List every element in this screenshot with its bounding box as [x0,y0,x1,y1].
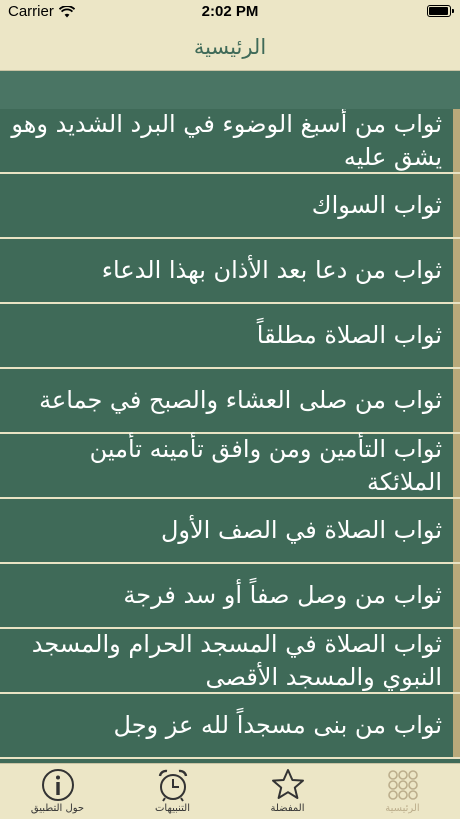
row-accent [453,174,460,237]
tab-favorites[interactable]: المفضلة [230,764,345,819]
battery-icon [427,5,454,17]
list-item-label: ثواب من دعا بعد الأذان بهذا الدعاء [101,256,442,284]
grid-dots-icon [387,770,418,800]
list-item[interactable]: ثواب التأمين ومن وافق تأمينه تأمين الملا… [0,434,460,499]
list-item-label: ثواب السواك [311,191,442,219]
list-item[interactable]: ثواب من وصل صفاً أو سد فرجة [0,564,460,629]
list-item[interactable]: ثواب الصلاة مطلقاً [0,304,460,369]
list-item[interactable]: ثواب من أسبغ الوضوء في البرد الشديد وهو … [0,109,460,174]
list-item[interactable]: ثواب من دعا بعد الأذان بهذا الدعاء [0,239,460,304]
row-accent [453,434,460,497]
list-item[interactable]: ثواب السواك [0,174,460,239]
status-bar: Carrier 2:02 PM [0,0,460,24]
list-item[interactable]: ثواب من بنى مسجداً لله عز وجل [0,694,460,759]
topics-list[interactable]: ثواب من أسبغ الوضوء في البرد الشديد وهو … [0,109,460,763]
battery-level [429,7,448,15]
row-accent [453,499,460,562]
status-time: 2:02 PM [201,3,259,20]
list-item[interactable]: ثواب من صلى العشاء والصبح في جماعة [0,369,460,434]
list-item[interactable]: ثواب الصلاة في المسجد الحرام والمسجد الن… [0,629,460,694]
list-header-spacer [0,71,460,109]
row-accent [453,109,460,172]
row-accent [453,629,460,692]
list-item-label: ثواب من صلى العشاء والصبح في جماعة [39,386,442,414]
row-accent [453,564,460,627]
row-accent [453,694,460,757]
list-item-label: ثواب الصلاة في المسجد الحرام والمسجد الن… [31,629,442,691]
row-accent [453,239,460,302]
star-icon [271,769,304,799]
list-item-label: ثواب من أسبغ الوضوء في البرد الشديد وهو … [11,109,442,171]
tab-label: الرئيسية [385,803,420,814]
list-item-label: ثواب من بنى مسجداً لله عز وجل [113,711,442,739]
tab-bar: حول التطبيق التنبيهات المفضلة الرئيسية [0,763,460,819]
alarm-clock-icon [158,769,187,802]
tab-alerts[interactable]: التنبيهات [115,764,230,819]
list-item-label: ثواب التأمين ومن وافق تأمينه تأمين الملا… [89,434,442,496]
list-item-label: ثواب الصلاة في الصف الأول [160,516,442,544]
info-icon [41,769,74,801]
tab-label: التنبيهات [155,803,190,814]
tab-label: حول التطبيق [30,803,85,814]
row-accent [453,369,460,432]
list-item-label: ثواب من وصل صفاً أو سد فرجة [123,581,442,609]
navigation-bar: الرئيسية [0,24,460,71]
page-title: الرئيسية [193,35,267,59]
list-item[interactable]: ثواب الصلاة في الصف الأول [0,499,460,564]
tab-about[interactable]: حول التطبيق [0,764,115,819]
tab-label: المفضلة [270,803,305,814]
list-item-label: ثواب الصلاة مطلقاً [256,321,442,349]
tab-home[interactable]: الرئيسية [345,764,460,819]
row-accent [453,304,460,367]
